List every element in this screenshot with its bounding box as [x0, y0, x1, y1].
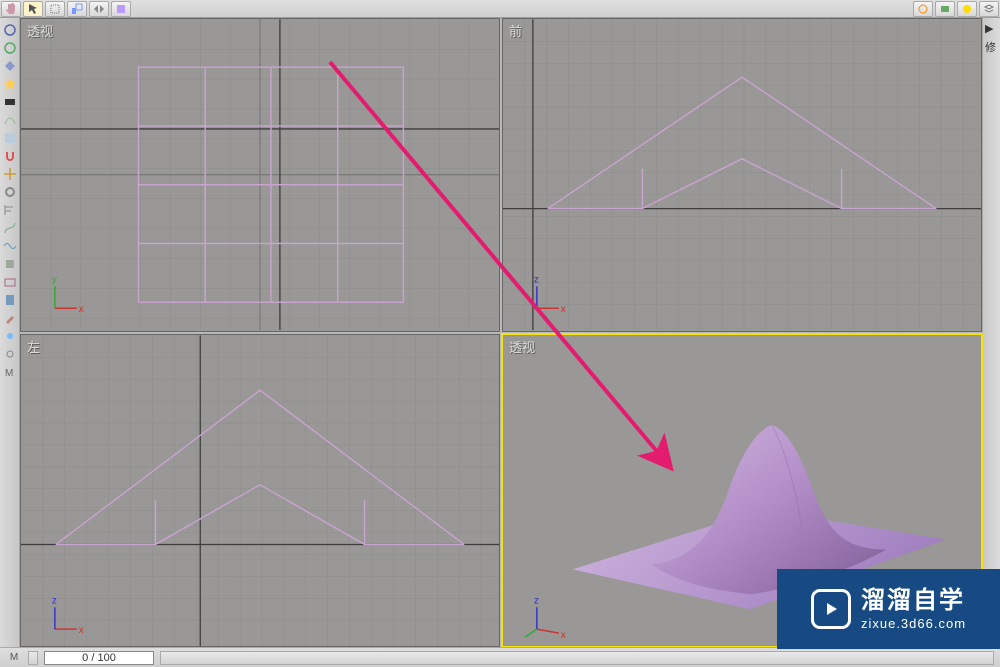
watermark-url: zixue.3d66.com	[861, 617, 966, 630]
material-tool[interactable]	[111, 1, 131, 17]
timeline-frame[interactable]: 0 / 100	[44, 651, 154, 665]
viewport-label-persp: 透视	[509, 337, 535, 356]
modifier-indicator: M	[6, 652, 22, 663]
render-setup-tool[interactable]	[913, 1, 933, 17]
crosshair-icon[interactable]	[2, 166, 18, 182]
gear-icon[interactable]	[2, 184, 18, 200]
viewport-container: 透视 x y 前	[20, 18, 982, 647]
viewport-top[interactable]: 透视 x y	[20, 18, 500, 332]
brush-icon[interactable]	[2, 310, 18, 326]
render-tool[interactable]	[935, 1, 955, 17]
viewport-top-scene: x y	[21, 19, 499, 331]
svg-text:z: z	[534, 595, 539, 606]
snap2-icon[interactable]	[2, 328, 18, 344]
link-icon[interactable]	[2, 346, 18, 362]
svg-text:z: z	[534, 274, 539, 285]
wireframe-top	[139, 67, 404, 302]
box-icon[interactable]	[2, 274, 18, 290]
svg-text:z: z	[52, 595, 57, 606]
axis-gizmo-top: x y	[52, 274, 84, 315]
layers-tool[interactable]	[979, 1, 999, 17]
cursor-glyph: ▶	[985, 22, 998, 35]
svg-text:x: x	[561, 630, 566, 641]
svg-text:x: x	[79, 304, 84, 315]
watermark-banner: 溜溜自学 zixue.3d66.com	[777, 569, 1000, 649]
modifier-icon[interactable]: M	[2, 364, 18, 380]
paint-icon[interactable]	[2, 130, 18, 146]
wireframe-left	[56, 390, 464, 544]
zoom-icon[interactable]	[2, 58, 18, 74]
wire-icon[interactable]	[2, 112, 18, 128]
svg-text:y: y	[52, 274, 57, 285]
hdd-icon[interactable]	[2, 94, 18, 110]
viewport-label-top: 透视	[27, 21, 53, 40]
viewport-label-left: 左	[27, 337, 40, 356]
svg-text:x: x	[561, 304, 566, 315]
top-toolbar	[0, 0, 1000, 18]
axis-gizmo-front: x z	[534, 274, 566, 315]
select-tool[interactable]	[23, 1, 43, 17]
bottom-bar: M 0 / 100	[0, 647, 1000, 667]
align2-icon[interactable]	[2, 202, 18, 218]
timeline-pre[interactable]	[28, 651, 38, 665]
svg-text:x: x	[79, 625, 84, 636]
marquee-tool[interactable]	[45, 1, 65, 17]
path-icon[interactable]	[2, 220, 18, 236]
star-icon[interactable]	[2, 76, 18, 92]
axis-gizmo-left: x z	[52, 595, 84, 636]
hand-tool[interactable]	[1, 1, 21, 17]
mirror-tool[interactable]	[89, 1, 109, 17]
watermark-title: 溜溜自学	[861, 589, 966, 613]
right-panel-fragment: ▶ 修	[983, 18, 1000, 78]
viewport-front[interactable]: 前 x z	[502, 18, 982, 332]
clip-icon[interactable]	[2, 292, 18, 308]
left-toolbar: M	[0, 18, 20, 667]
magnet-icon[interactable]	[2, 148, 18, 164]
viewport-left-scene: x z	[21, 335, 499, 647]
orbit-icon[interactable]	[2, 22, 18, 38]
play-icon	[811, 589, 851, 629]
axis-gizmo-persp: x z	[525, 595, 566, 641]
quick-render-tool[interactable]	[957, 1, 977, 17]
modifier-label: 修	[985, 39, 998, 55]
pan-icon[interactable]	[2, 40, 18, 56]
layer-icon[interactable]	[2, 256, 18, 272]
viewport-label-front: 前	[509, 21, 522, 40]
viewport-front-scene: x z	[503, 19, 981, 331]
viewport-left[interactable]: 左 x z	[20, 334, 500, 648]
wireframe-front	[548, 77, 936, 208]
svg-text:M: M	[5, 368, 13, 379]
wave-icon[interactable]	[2, 238, 18, 254]
scale-tool[interactable]	[67, 1, 87, 17]
timeline-track[interactable]	[160, 651, 994, 665]
